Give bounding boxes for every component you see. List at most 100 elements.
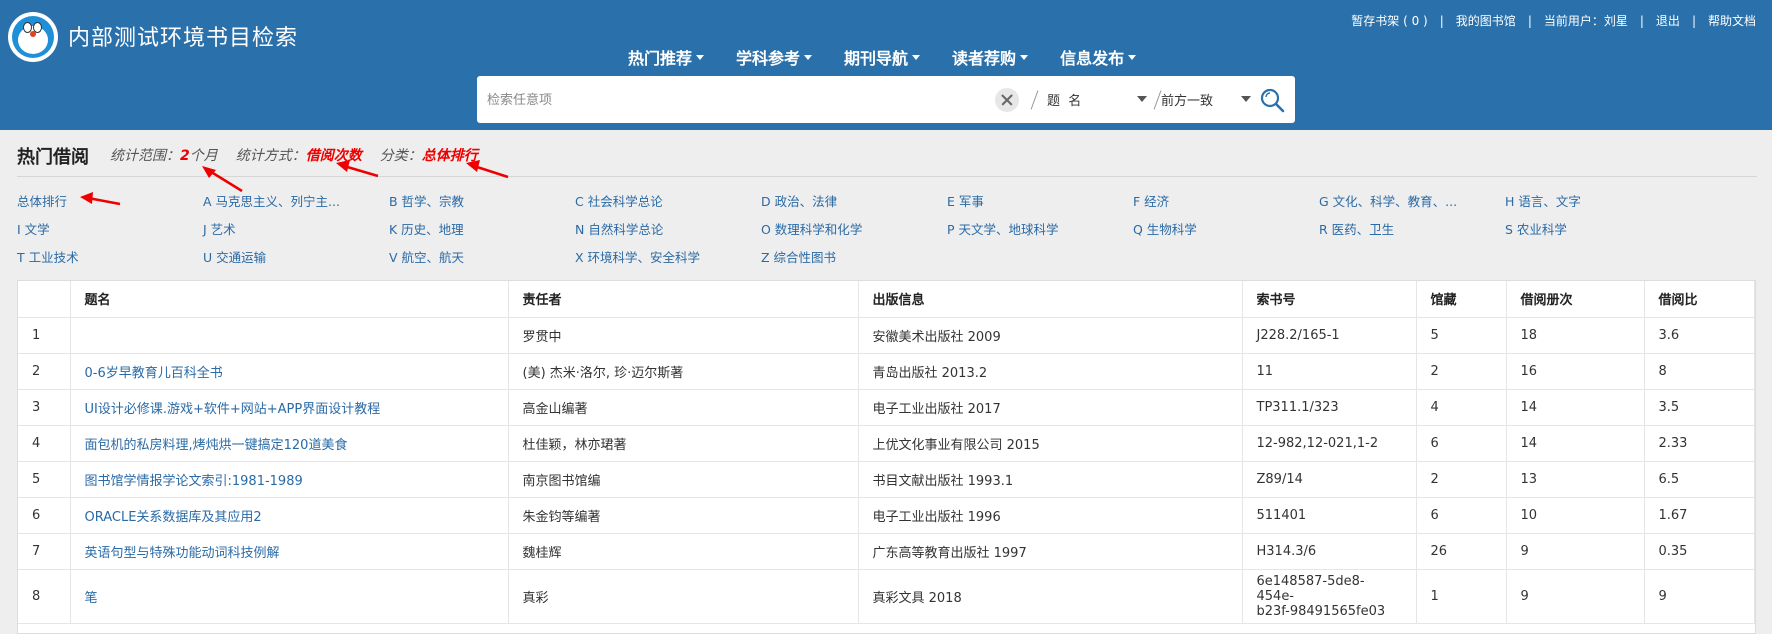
col-header-borrow-ratio[interactable]: 借阅比: [1644, 281, 1755, 318]
nav-hot-recommend[interactable]: 热门推荐: [628, 45, 705, 69]
category-link[interactable]: D 政治、法律: [761, 191, 837, 210]
book-title-link[interactable]: 0-6岁早教育儿百科全书: [85, 366, 223, 381]
col-header-publisher[interactable]: 出版信息: [858, 281, 1243, 318]
book-title-link[interactable]: UI设计必修课.游戏+软件+网站+APP界面设计教程: [85, 402, 381, 417]
nav-info-publish[interactable]: 信息发布: [1060, 45, 1137, 69]
cell-holdings: 1: [1416, 569, 1507, 624]
cell-author: 高金山编著: [508, 389, 859, 426]
nav-subject-reference[interactable]: 学科参考: [736, 45, 813, 69]
top-links: 暂存书架 ( 0 ) | 我的图书馆 | 当前用户：刘星 | 退出 | 帮助文档: [1351, 12, 1756, 29]
cell-borrow-count: 13: [1506, 461, 1645, 498]
cell-author: 朱金钧等编著: [508, 497, 859, 534]
cell-publisher: 电子工业出版社 1996: [858, 497, 1243, 534]
search-icon[interactable]: [1259, 87, 1285, 113]
category-link[interactable]: I 文学: [17, 219, 50, 238]
cell-title: UI设计必修课.游戏+软件+网站+APP界面设计教程: [70, 389, 509, 426]
category-link[interactable]: R 医药、卫生: [1319, 219, 1394, 238]
search-box: 题 名 前方一致: [477, 76, 1295, 123]
category-link[interactable]: A 马克思主义、列宁主...: [203, 191, 340, 210]
top-header: 内部测试环境书目检索 暂存书架 ( 0 ) | 我的图书馆 | 当前用户：刘星 …: [0, 0, 1772, 130]
nav-journal-guide[interactable]: 期刊导航: [844, 45, 921, 69]
col-header-index: [18, 281, 71, 318]
cell-borrow-count: 9: [1506, 569, 1645, 624]
nav-reader-recommend[interactable]: 读者荐购: [952, 45, 1029, 69]
table-row: 6 ORACLE关系数据库及其应用2 朱金钧等编著 电子工业出版社 1996 5…: [18, 497, 1755, 534]
col-header-title[interactable]: 题名: [70, 281, 509, 318]
category-link[interactable]: F 经济: [1133, 191, 1169, 210]
dropdown-arrow-icon: [1137, 96, 1147, 102]
book-title-link[interactable]: 面包机的私房料理,烤炖烘一键搞定120道美食: [85, 438, 348, 453]
category-link[interactable]: Z 综合性图书: [761, 247, 836, 266]
clear-icon[interactable]: [995, 88, 1019, 112]
book-title-link[interactable]: 图书馆学情报学论文索引:1981-1989: [85, 474, 303, 489]
cell-borrow-ratio: 0.35: [1644, 533, 1755, 570]
col-header-author[interactable]: 责任者: [508, 281, 859, 318]
category-link[interactable]: V 航空、航天: [389, 247, 464, 266]
category-link[interactable]: S 农业科学: [1505, 219, 1567, 238]
cell-holdings: 4: [1416, 389, 1507, 426]
category-link[interactable]: P 天文学、地球科学: [947, 219, 1059, 238]
category-link[interactable]: O 数理科学和化学: [761, 219, 862, 238]
bookshelf-link[interactable]: 暂存书架 ( 0 ): [1351, 12, 1427, 29]
category-link[interactable]: X 环境科学、安全科学: [575, 247, 700, 266]
cell-borrow-ratio: 6.5: [1644, 461, 1755, 498]
current-user-link[interactable]: 当前用户：刘星: [1544, 12, 1628, 29]
stat-range[interactable]: 统计范围：2个月: [110, 145, 218, 165]
annotation-arrow-icon: [466, 160, 509, 179]
cell-borrow-ratio: 3.5: [1644, 389, 1755, 426]
cell-author: 杜佳颖，林亦珺著: [508, 425, 859, 462]
cell-index: 4: [18, 425, 71, 462]
col-header-borrow-count[interactable]: 借阅册次: [1506, 281, 1645, 318]
cell-index: 3: [18, 389, 71, 426]
stats-bar: 统计范围：2个月 统计方式：借阅次数 分类：总体排行: [110, 145, 496, 165]
doraemon-logo-icon[interactable]: [8, 12, 58, 62]
category-link[interactable]: G 文化、科学、教育、...: [1319, 191, 1457, 210]
cell-borrow-ratio: 3.6: [1644, 317, 1755, 354]
my-library-link[interactable]: 我的图书馆: [1456, 12, 1516, 29]
cell-callno: 12-982,12-021,1-2: [1242, 425, 1417, 462]
cell-holdings: 6: [1416, 497, 1507, 534]
help-link[interactable]: 帮助文档: [1708, 12, 1756, 29]
cell-borrow-ratio: 9: [1644, 569, 1755, 624]
category-link[interactable]: C 社会科学总论: [575, 191, 663, 210]
book-title-link[interactable]: ORACLE关系数据库及其应用2: [85, 510, 262, 525]
cell-borrow-ratio: 2.33: [1644, 425, 1755, 462]
stat-category[interactable]: 分类：总体排行: [380, 145, 478, 165]
table-row: 5 图书馆学情报学论文索引:1981-1989 南京图书馆编 书目文献出版社 1…: [18, 461, 1755, 498]
category-link[interactable]: U 交通运输: [203, 247, 266, 266]
annotation-arrow-icon: [336, 160, 379, 178]
category-link[interactable]: T 工业技术: [17, 247, 79, 266]
cell-holdings: 2: [1416, 461, 1507, 498]
book-title-link[interactable]: 笔: [85, 591, 98, 606]
category-link[interactable]: K 历史、地理: [389, 219, 464, 238]
callno-line: b23f-98491565fe03: [1256, 603, 1386, 619]
cell-index: 6: [18, 497, 71, 534]
category-link[interactable]: J 艺术: [203, 219, 236, 238]
search-field-select[interactable]: 题 名: [1047, 90, 1147, 109]
cell-callno: Z89/14: [1242, 461, 1417, 498]
table-row: 1 罗贯中 安徽美术出版社 2009 J228.2/165-1 5 18 3.6: [18, 317, 1755, 354]
category-link[interactable]: E 军事: [947, 191, 984, 210]
category-link[interactable]: N 自然科学总论: [575, 219, 663, 238]
cell-callno: 6e148587-5de8-454e- b23f-98491565fe03: [1242, 569, 1417, 624]
category-link[interactable]: 总体排行: [17, 191, 67, 210]
cell-holdings: 6: [1416, 425, 1507, 462]
category-link[interactable]: Q 生物科学: [1133, 219, 1197, 238]
table-row: 4 面包机的私房料理,烤炖烘一键搞定120道美食 杜佳颖，林亦珺著 上优文化事业…: [18, 425, 1755, 462]
cell-borrow-count: 16: [1506, 353, 1645, 390]
search-input[interactable]: [487, 88, 967, 112]
cell-holdings: 5: [1416, 317, 1507, 354]
cell-callno: J228.2/165-1: [1242, 317, 1417, 354]
book-title-link[interactable]: 英语句型与特殊功能动词科技例解: [85, 546, 280, 561]
match-mode-select[interactable]: 前方一致: [1161, 90, 1251, 109]
col-header-callno[interactable]: 索书号: [1242, 281, 1417, 318]
cell-callno: 511401: [1242, 497, 1417, 534]
category-link[interactable]: B 哲学、宗教: [389, 191, 464, 210]
logout-link[interactable]: 退出: [1656, 12, 1680, 29]
cell-index: 8: [18, 569, 71, 624]
cell-index: 5: [18, 461, 71, 498]
cell-borrow-count: 10: [1506, 497, 1645, 534]
cell-author: 罗贯中: [508, 317, 859, 354]
col-header-holdings[interactable]: 馆藏: [1416, 281, 1507, 318]
category-link[interactable]: H 语言、文字: [1505, 191, 1581, 210]
